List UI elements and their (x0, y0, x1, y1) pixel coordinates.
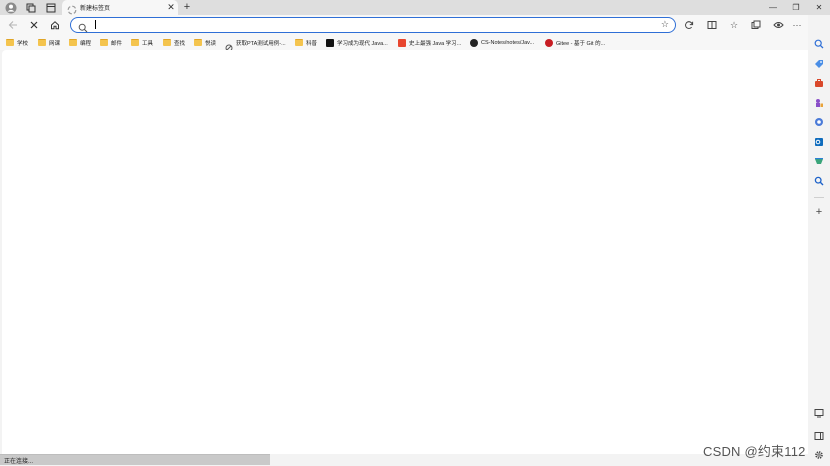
close-tab-icon[interactable]: ✕ (166, 2, 176, 12)
folder-icon (38, 39, 46, 46)
games-icon[interactable] (813, 97, 825, 109)
back-arrow-icon (8, 21, 17, 29)
tab-new-tab[interactable]: 新建标签页 ✕ (62, 0, 178, 15)
address-bar[interactable]: ☆ (70, 17, 676, 33)
page-content[interactable] (2, 50, 808, 454)
github-icon (470, 38, 478, 47)
home-button[interactable] (48, 18, 62, 32)
bookmark-modern-java[interactable]: 学习成为现代 Java... (326, 37, 388, 48)
csdn-icon (398, 38, 406, 47)
folder-icon (69, 39, 77, 46)
folder-icon (100, 39, 108, 46)
restore-button[interactable]: ❐ (785, 0, 807, 15)
back-button[interactable] (6, 18, 20, 32)
loading-spinner-icon (67, 2, 77, 15)
workspaces-icon[interactable] (24, 1, 37, 14)
gitee-icon (545, 38, 553, 47)
sidebar-divider (814, 197, 824, 198)
search-icon[interactable] (813, 38, 825, 50)
more-options-icon[interactable]: ··· (790, 18, 804, 32)
sidebar: + (808, 15, 830, 466)
microsoft365-icon[interactable] (813, 116, 825, 128)
bookmark-folder-wangke[interactable]: 网课 (38, 37, 60, 48)
close-window-button[interactable]: ✕ (808, 0, 830, 15)
bookmark-folder-youjian[interactable]: 邮件 (100, 37, 122, 48)
add-sidebar-app-icon[interactable]: + (813, 206, 825, 218)
minimize-button[interactable]: — (762, 0, 784, 15)
folder-icon (194, 39, 202, 46)
bookmark-folder-chazhao[interactable]: 查找 (163, 37, 185, 48)
folder-icon (163, 39, 171, 46)
bookmark-pta-testcases[interactable]: 获取PTA测试用例-... (225, 37, 286, 51)
tools-briefcase-icon[interactable] (813, 77, 825, 89)
watermark-text: CSDN @约束112 (703, 444, 806, 459)
java-icon (326, 38, 334, 47)
bookmark-cs-notes[interactable]: CS-Notes/notes/Jav... (470, 37, 534, 48)
folder-icon (6, 39, 14, 46)
favorites-bar: 学校 网课 编程 邮件 工具 查找 悦读 获取PTA测试用例-... 科普 学习… (0, 35, 808, 51)
favorites-icon[interactable]: ☆ (727, 18, 741, 32)
hide-sidebar-icon[interactable] (813, 430, 825, 442)
text-caret (95, 20, 96, 29)
add-favorite-star-icon[interactable]: ☆ (661, 19, 669, 30)
folder-icon (131, 39, 139, 46)
stop-loading-button[interactable] (27, 18, 41, 32)
status-text: 正在连接... (4, 459, 34, 465)
home-icon (51, 21, 59, 30)
bookmark-folder-kepu[interactable]: 科普 (295, 37, 317, 48)
settings-gear-icon[interactable] (813, 449, 825, 461)
screenshot-icon[interactable] (813, 407, 825, 419)
folder-icon (295, 39, 303, 46)
collections-icon[interactable] (749, 18, 763, 32)
bing-search-icon[interactable] (813, 175, 825, 187)
bookmark-folder-yuedu[interactable]: 悦读 (194, 37, 216, 48)
drop-icon[interactable] (813, 155, 825, 167)
bookmark-java-learning[interactable]: 史上最强 Java 学习... (398, 37, 461, 48)
address-input[interactable] (93, 19, 653, 30)
split-screen-icon[interactable] (705, 18, 719, 32)
bookmark-folder-biancheng[interactable]: 编程 (69, 37, 91, 48)
search-icon (78, 20, 88, 33)
refresh-extension-icon[interactable] (682, 18, 696, 32)
browser-essentials-icon[interactable] (771, 18, 785, 32)
tab-actions-icon[interactable] (44, 1, 57, 14)
bookmark-gitee[interactable]: Gitee - 基于 Git 的... (545, 37, 605, 48)
close-icon (30, 21, 38, 29)
bookmark-folder-xuexiao[interactable]: 学校 (6, 37, 28, 48)
pta-icon (225, 39, 233, 51)
new-tab-button[interactable]: + (181, 1, 193, 13)
status-bar: 正在连接... (0, 454, 270, 465)
profile-icon[interactable] (4, 1, 17, 14)
toolbar: ☆ ☆ ··· (0, 15, 830, 35)
bookmark-folder-gongju[interactable]: 工具 (131, 37, 153, 48)
tab-title: 新建标签页 (80, 6, 111, 12)
title-bar: 新建标签页 ✕ + — ❐ ✕ (0, 0, 830, 15)
outlook-icon[interactable] (813, 136, 825, 148)
shopping-tag-icon[interactable] (813, 58, 825, 70)
